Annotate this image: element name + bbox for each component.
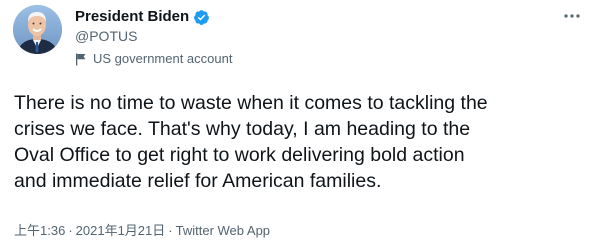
tweet-text-line: There is no time to waste when it comes … [14,92,488,114]
tweet-source[interactable]: Twitter Web App [176,223,270,238]
tweet-text: There is no time to waste when it comes … [14,90,584,194]
verified-badge-icon [193,9,210,26]
tweet-time[interactable]: 上午1:36 [14,223,65,238]
tweet-text-line: Oval Office to get right to work deliver… [14,144,465,166]
author-name-row[interactable]: President Biden [75,7,210,27]
meta-separator: · [168,223,173,238]
tweet-date[interactable]: 2021年1月21日 [76,223,166,238]
tweet-text-line: crises we face. That's why today, I am h… [14,118,471,140]
display-name[interactable]: President Biden [75,7,189,27]
tweet-text-line: and immediate relief for American famili… [14,170,382,192]
tweet-metadata: 上午1:36 · 2021年1月21日 · Twitter Web App [14,222,270,240]
account-label[interactable]: US government account [75,51,232,67]
avatar[interactable] [13,5,62,54]
meta-separator: · [68,223,73,238]
tweet-card: President Biden @POTUS US government acc… [0,0,591,251]
more-options-button[interactable] [561,6,583,26]
avatar-portrait-icon [13,5,62,54]
more-options-icon [564,14,580,18]
account-label-text: US government account [93,51,233,66]
user-handle[interactable]: @POTUS [75,27,137,45]
flag-icon [75,53,87,66]
